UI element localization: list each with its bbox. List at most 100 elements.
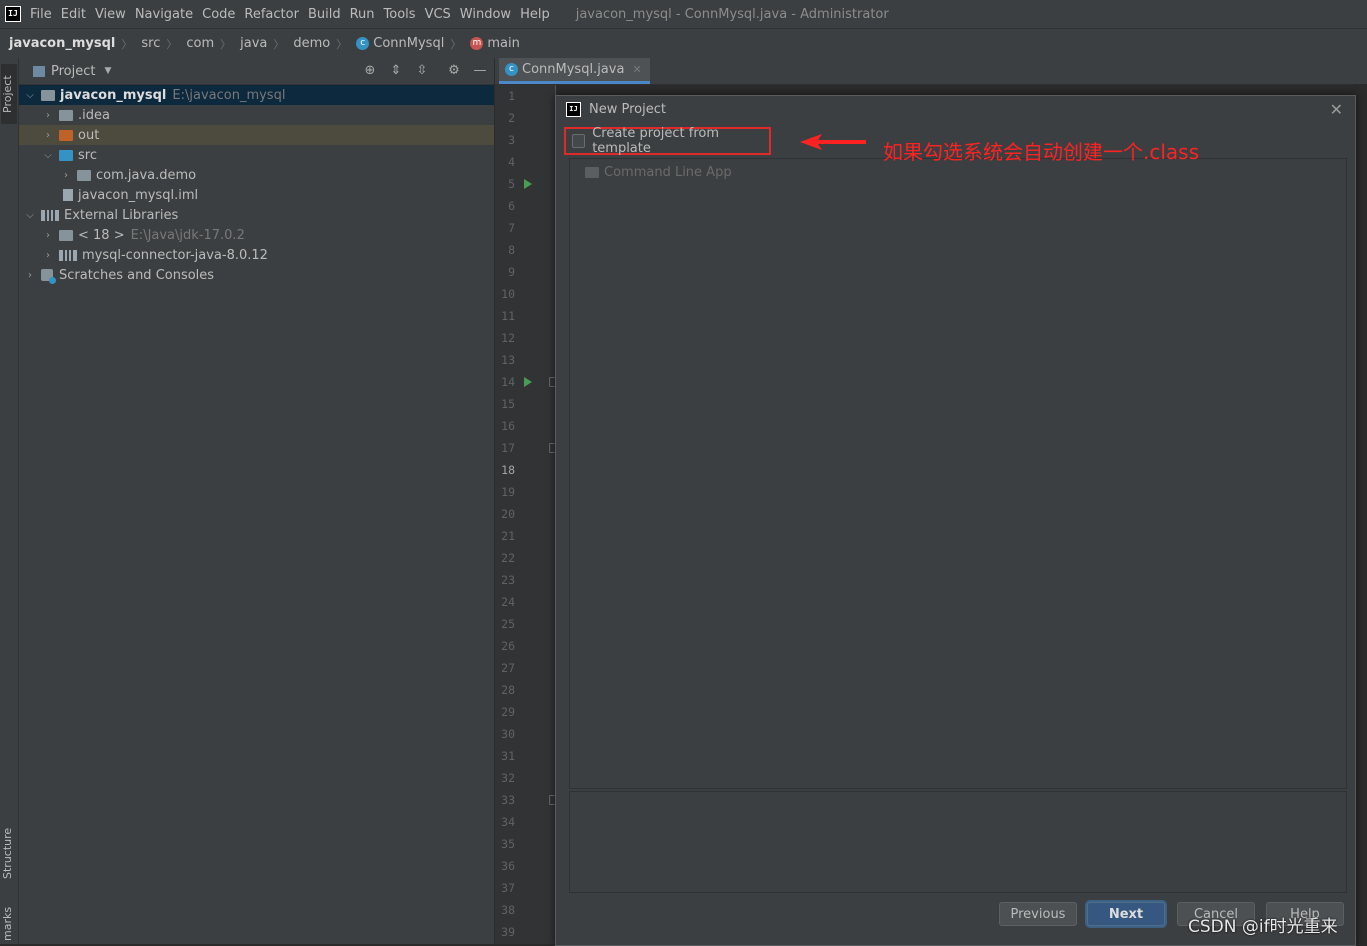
chevron-down-icon[interactable]: ▼ <box>104 66 111 76</box>
tree-item-scratches[interactable]: › Scratches and Consoles <box>19 265 494 285</box>
chevron-down-icon[interactable]: ⌵ <box>25 210 35 221</box>
expand-all-icon[interactable]: ⇕ <box>388 63 404 79</box>
menu-file[interactable]: File <box>30 7 52 22</box>
watermark: CSDN @if时光重来 <box>1188 917 1338 937</box>
close-icon[interactable]: ✕ <box>1330 100 1343 119</box>
editor-tab-connmysql[interactable]: c ConnMysql.java ✕ <box>499 58 650 84</box>
collapse-all-icon[interactable]: ⇳ <box>414 63 430 79</box>
tree-item-iml[interactable]: javacon_mysql.iml <box>19 185 494 205</box>
class-icon: c <box>505 63 518 76</box>
chevron-down-icon[interactable]: ⌵ <box>25 90 35 101</box>
menu-vcs[interactable]: VCS <box>425 7 451 22</box>
tree-item-label: com.java.demo <box>96 167 197 183</box>
chevron-right-icon[interactable]: › <box>43 110 53 121</box>
line-number: 4 <box>508 155 515 169</box>
project-panel-title[interactable]: Project <box>51 64 95 79</box>
gear-icon[interactable]: ⚙ <box>446 63 462 79</box>
line-number: 30 <box>501 727 515 741</box>
project-panel: Project ▼ ⊕ ⇕ ⇳ ⚙ — ⌵ javacon_mysql E:\j… <box>19 58 494 944</box>
tree-item-label: src <box>78 147 97 163</box>
close-icon[interactable]: ✕ <box>632 63 641 76</box>
template-checkbox[interactable] <box>572 134 586 148</box>
line-number: 36 <box>501 859 515 873</box>
template-item-label: Command Line App <box>604 165 732 180</box>
module-folder-icon <box>41 89 55 101</box>
tool-tab-bookmarks[interactable]: marks <box>1 904 17 944</box>
breadcrumb-separator: 〉 <box>450 37 462 51</box>
breadcrumb-project[interactable]: javacon_mysql <box>9 36 115 51</box>
window-title: javacon_mysql - ConnMysql.java - Adminis… <box>575 6 889 22</box>
chevron-right-icon[interactable]: › <box>25 270 35 281</box>
left-tool-strip: Project Structure marks <box>0 58 19 944</box>
chevron-right-icon[interactable]: › <box>43 230 53 241</box>
chevron-down-icon[interactable]: ⌵ <box>43 150 53 161</box>
scratches-icon <box>41 269 56 284</box>
package-icon <box>77 169 91 181</box>
breadcrumb-method[interactable]: m main <box>470 36 520 51</box>
line-number: 38 <box>501 903 515 917</box>
template-checkbox-row[interactable]: Create project from template <box>564 126 771 156</box>
tree-item-label: < 18 > <box>78 227 125 243</box>
locate-icon[interactable]: ⊕ <box>362 63 378 79</box>
tree-item-label: javacon_mysql <box>60 87 167 103</box>
chevron-right-icon[interactable]: › <box>61 170 71 181</box>
tree-item-label: Scratches and Consoles <box>59 267 215 283</box>
breadcrumb-class-label: ConnMysql <box>373 36 445 51</box>
line-number: 24 <box>501 595 515 609</box>
tree-item-project-root[interactable]: ⌵ javacon_mysql E:\javacon_mysql <box>19 85 494 105</box>
menu-navigate[interactable]: Navigate <box>135 7 193 22</box>
menu-run[interactable]: Run <box>350 7 375 22</box>
annotation-arrow-icon <box>800 134 866 150</box>
line-number: 11 <box>501 309 515 323</box>
folder-icon <box>33 65 45 77</box>
previous-button[interactable]: Previous <box>999 902 1077 926</box>
tool-tab-project[interactable]: Project <box>1 64 17 124</box>
menu-edit[interactable]: Edit <box>61 7 86 22</box>
breadcrumb-com[interactable]: com <box>186 36 214 51</box>
tool-tab-structure[interactable]: Structure <box>1 818 17 888</box>
tree-item-src[interactable]: ⌵ src <box>19 145 494 165</box>
tree-item-label: javacon_mysql.iml <box>78 187 199 203</box>
breadcrumb-src[interactable]: src <box>141 36 160 51</box>
run-gutter-icon[interactable] <box>524 179 532 189</box>
menu-bar: IJ File Edit View Navigate Code Refactor… <box>0 0 1367 28</box>
line-number: 13 <box>501 353 515 367</box>
line-number: 9 <box>508 265 515 279</box>
menu-code[interactable]: Code <box>202 7 235 22</box>
library-icon <box>41 209 59 221</box>
menu-tools[interactable]: Tools <box>384 7 416 22</box>
menu-view[interactable]: View <box>95 7 126 22</box>
chevron-right-icon[interactable]: › <box>43 130 53 141</box>
breadcrumb-java[interactable]: java <box>240 36 267 51</box>
breadcrumb-class[interactable]: c ConnMysql <box>356 36 444 51</box>
template-item-command-line-app[interactable]: Command Line App <box>585 165 732 180</box>
jdk-icon <box>59 229 73 241</box>
tree-item-label: External Libraries <box>64 207 179 223</box>
line-number: 27 <box>501 661 515 675</box>
editor-tab-bar: c ConnMysql.java ✕ <box>495 58 1367 85</box>
tree-item-idea[interactable]: › .idea <box>19 105 494 125</box>
next-button[interactable]: Next <box>1087 902 1165 926</box>
tree-item-jdk[interactable]: › < 18 > E:\Java\jdk-17.0.2 <box>19 225 494 245</box>
run-gutter-icon[interactable] <box>524 377 532 387</box>
tree-item-label: mysql-connector-java-8.0.12 <box>82 247 268 263</box>
minimize-icon[interactable]: — <box>472 63 488 79</box>
tree-item-out[interactable]: › out <box>19 125 494 145</box>
menu-refactor[interactable]: Refactor <box>244 7 299 22</box>
menu-window[interactable]: Window <box>460 7 511 22</box>
tree-item-external-libraries[interactable]: ⌵ External Libraries <box>19 205 494 225</box>
menu-build[interactable]: Build <box>308 7 341 22</box>
line-number: 7 <box>508 221 515 235</box>
breadcrumb-demo[interactable]: demo <box>293 36 330 51</box>
chevron-right-icon[interactable]: › <box>43 250 53 261</box>
line-number: 22 <box>501 551 515 565</box>
line-number: 32 <box>501 771 515 785</box>
breadcrumb-method-label: main <box>487 36 520 51</box>
menu-help[interactable]: Help <box>520 7 550 22</box>
line-number: 1 <box>508 89 515 103</box>
breadcrumb-separator: 〉 <box>273 37 285 51</box>
line-number: 18 <box>501 463 515 477</box>
template-checkbox-label[interactable]: Create project from template <box>592 126 769 156</box>
tree-item-package[interactable]: › com.java.demo <box>19 165 494 185</box>
tree-item-mysql-connector[interactable]: › mysql-connector-java-8.0.12 <box>19 245 494 265</box>
